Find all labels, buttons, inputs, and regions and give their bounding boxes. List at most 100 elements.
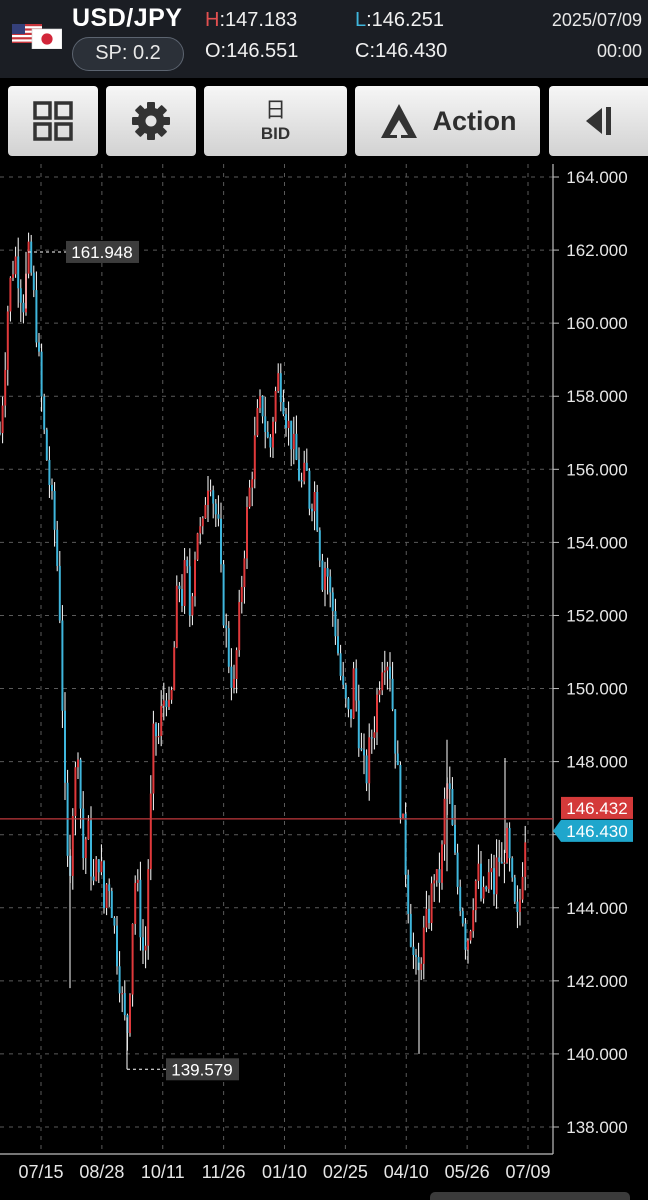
candle-down [399, 765, 402, 818]
candle-up [381, 672, 384, 691]
x-tick-label: 10/11 [141, 1162, 185, 1182]
candle-up [482, 886, 485, 899]
close-price: C:146.430 [355, 40, 448, 62]
candle-down [56, 529, 59, 566]
candle-down [32, 272, 35, 291]
candle-down [344, 684, 347, 699]
timeframe-button[interactable]: 日 BID [204, 86, 347, 156]
x-tick-label: 11/26 [202, 1162, 246, 1182]
candle-up [204, 504, 207, 519]
candle-down [22, 302, 25, 313]
currency-pair-title[interactable]: USD/JPY [72, 4, 182, 33]
candle-down [329, 576, 332, 593]
candle-down [220, 518, 222, 565]
candle-up [4, 369, 7, 406]
candle-up [248, 487, 251, 507]
candle-down [227, 628, 230, 667]
candle-down [38, 342, 40, 352]
candle-up [170, 690, 173, 700]
candle-up [373, 732, 376, 738]
action-triangle-icon [380, 104, 417, 138]
candle-up [246, 506, 248, 559]
candle-down [217, 514, 220, 519]
candle-down [58, 565, 61, 621]
candle-up [376, 694, 378, 733]
spread-badge: SP: 0.2 [72, 37, 184, 71]
candle-down [331, 592, 334, 612]
collapse-panel-button[interactable] [549, 86, 648, 156]
candle-down [261, 396, 264, 417]
candle-down [389, 666, 391, 679]
x-tick-label: 01/10 [262, 1162, 307, 1182]
candle-up [383, 670, 386, 673]
settings-button[interactable] [106, 86, 196, 156]
candle-down [103, 861, 105, 908]
high-price: H:147.183 [205, 9, 297, 32]
layout-grid-button[interactable] [8, 86, 98, 156]
candle-down [321, 560, 324, 590]
y-tick-label: 144.000 [566, 899, 627, 918]
candle-down [116, 925, 118, 967]
candle-down [493, 868, 495, 895]
candle-up [121, 993, 124, 995]
candle-down [264, 416, 267, 432]
candle-down [225, 625, 228, 629]
candle-down [139, 879, 142, 938]
open-price: O:146.551 [205, 40, 299, 62]
candle-up [84, 839, 87, 859]
candle-down [334, 611, 337, 637]
candle-up [472, 910, 475, 932]
candle-up [435, 869, 438, 881]
candle-up [386, 666, 389, 671]
candle-down [48, 459, 51, 485]
candle-up [6, 311, 9, 370]
candle-up [256, 408, 259, 436]
candle-down [97, 859, 100, 873]
candle-down [123, 993, 126, 1016]
candle-down [337, 636, 339, 654]
candle-down [461, 911, 464, 924]
price-chart[interactable]: 07/15 08/28 10/11 11/26 01/10 02/25 04/10 05/26… [0, 164, 648, 1188]
candle-down [485, 886, 488, 890]
candle-down [165, 700, 168, 707]
candle-down [290, 420, 293, 450]
candle-up [209, 490, 212, 492]
candle-up [95, 859, 98, 881]
low-value: :146.251 [366, 9, 444, 31]
candle-down [30, 241, 33, 273]
candle-up [490, 868, 493, 873]
candle-down [188, 566, 191, 616]
candle-down [178, 585, 181, 589]
x-tick-label: 02/25 [323, 1162, 368, 1182]
y-tick-label: 156.000 [566, 460, 627, 479]
candle-up [191, 596, 194, 616]
x-tick-label: 07/09 [505, 1162, 550, 1182]
candle-up [71, 816, 74, 876]
candle-down [19, 288, 22, 303]
candle-down [17, 256, 20, 289]
candle-up [277, 373, 280, 392]
candle-down [230, 666, 233, 688]
candle-down [142, 937, 144, 951]
action-button[interactable]: Action [355, 86, 540, 156]
bid-price-label: 146.430 [566, 822, 627, 841]
bottom-sheet-handle[interactable] [430, 1192, 630, 1200]
candle-down [108, 884, 111, 892]
y-tick-label: 148.000 [566, 753, 627, 772]
candle-up [131, 923, 134, 995]
chart-grid [0, 164, 559, 1155]
candle-up [506, 827, 508, 863]
candle-down [279, 373, 282, 403]
candle-down [285, 414, 287, 429]
candle-down [454, 824, 456, 853]
price-type-label: BID [260, 124, 291, 143]
low-marker-label: 139.579 [171, 1060, 232, 1079]
candle-down [391, 678, 394, 710]
ask-price-label: 146.432 [566, 799, 627, 818]
candle-down [407, 874, 410, 914]
candle-up [199, 526, 202, 534]
candle-up [467, 940, 469, 950]
candle-down [155, 723, 157, 737]
candle-down [394, 709, 397, 754]
candle-down [318, 530, 321, 561]
